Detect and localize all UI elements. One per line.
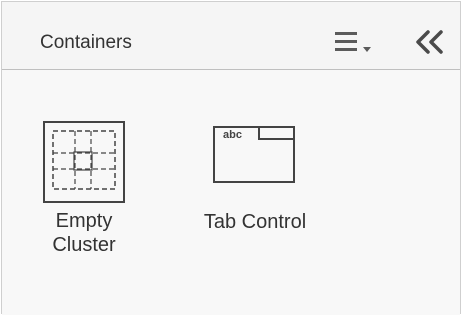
- tab-control-icon-text: abc: [223, 129, 242, 141]
- tab-control-item[interactable]: abc Tab Control: [185, 124, 325, 244]
- empty-cluster-icon: [43, 121, 125, 203]
- view-menu-button[interactable]: [335, 30, 385, 54]
- collapse-left-icon: [416, 30, 443, 54]
- palette-title: Containers: [40, 32, 132, 53]
- containers-palette: Containers Empty Cluster abc Tab Control: [1, 1, 461, 315]
- empty-cluster-label: Empty Cluster: [52, 210, 116, 256]
- palette-header: Containers: [2, 2, 460, 70]
- tab-control-label: Tab Control: [203, 211, 307, 233]
- tab-control-icon: abc: [213, 126, 295, 183]
- view-menu-icon: [335, 32, 371, 52]
- containers-list: Empty Cluster abc Tab Control: [2, 70, 460, 315]
- collapse-palette-button[interactable]: [412, 28, 447, 56]
- empty-cluster-item[interactable]: Empty Cluster: [39, 121, 129, 266]
